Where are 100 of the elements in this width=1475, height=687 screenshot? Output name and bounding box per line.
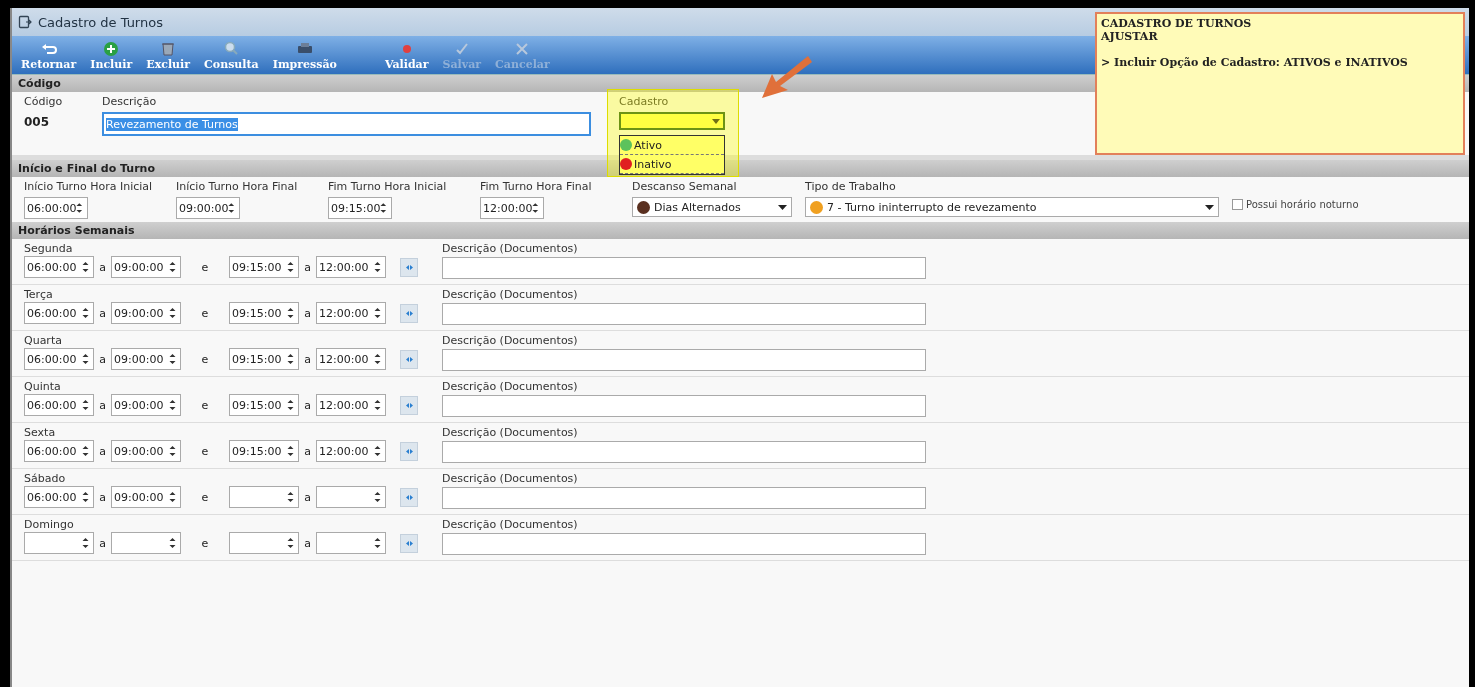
- copy-button[interactable]: [400, 441, 418, 461]
- time-spinner[interactable]: 09:00:00: [176, 197, 240, 219]
- field-label: Descrição (Documentos): [442, 334, 579, 347]
- time-spinner[interactable]: 06:00:00: [24, 348, 94, 370]
- toolbar-button[interactable]: Consulta: [197, 39, 266, 74]
- copy-button[interactable]: [400, 395, 418, 415]
- time-spinner[interactable]: 12:00:00: [316, 440, 386, 462]
- checkmark-icon: [453, 41, 470, 57]
- time-spinner[interactable]: [24, 532, 94, 554]
- time-spinner[interactable]: 09:00:00: [111, 440, 181, 462]
- copy-button[interactable]: [400, 487, 418, 507]
- spin-arrows-icon: [374, 353, 381, 365]
- day-label: Quinta: [24, 380, 62, 393]
- field-label: Cadastro: [619, 95, 670, 108]
- time-spinner[interactable]: 09:15:00: [229, 394, 299, 416]
- description-input[interactable]: [442, 303, 926, 325]
- copy-button[interactable]: [400, 533, 418, 553]
- connector-text: a: [98, 352, 107, 366]
- time-spinner[interactable]: 09:15:00: [229, 256, 299, 278]
- spin-arrows-icon: [287, 261, 294, 273]
- spin-arrows-icon: [169, 445, 176, 457]
- time-spinner[interactable]: 09:00:00: [111, 486, 181, 508]
- dropdown-option[interactable]: Inativo: [620, 155, 724, 174]
- time-spinner[interactable]: 09:00:00: [111, 302, 181, 324]
- connector-text: a: [303, 398, 312, 412]
- time-spinner[interactable]: 09:15:00: [229, 348, 299, 370]
- spin-arrows-icon: [169, 399, 176, 411]
- toolbar-button[interactable]: Validar: [377, 39, 436, 74]
- connector-text: a: [303, 306, 312, 320]
- time-spinner[interactable]: 09:00:00: [111, 348, 181, 370]
- time-spinner[interactable]: [316, 486, 386, 508]
- time-spinner[interactable]: 06:00:00: [24, 486, 94, 508]
- copy-button[interactable]: [400, 303, 418, 323]
- time-spinner[interactable]: 09:15:00: [229, 440, 299, 462]
- description-input[interactable]: [442, 487, 926, 509]
- toolbar-button[interactable]: Excluir: [139, 39, 198, 74]
- field-label: Descrição (Documentos): [442, 242, 579, 255]
- description-input[interactable]: [442, 257, 926, 279]
- cadastro-dropdown[interactable]: [619, 112, 725, 130]
- time-spinner[interactable]: 12:00:00: [316, 302, 386, 324]
- spin-arrows-icon: [374, 261, 381, 273]
- dot-icon: [402, 45, 411, 53]
- search-icon: [223, 41, 240, 57]
- window-icon: [18, 15, 32, 29]
- time-spinner[interactable]: 09:15:00: [229, 302, 299, 324]
- field-label: Código: [24, 95, 64, 108]
- spin-arrows-icon: [380, 202, 387, 214]
- time-spinner[interactable]: [229, 486, 299, 508]
- double-arrow-icon: [405, 494, 413, 500]
- time-spinner[interactable]: 09:15:00: [328, 197, 392, 219]
- copy-button[interactable]: [400, 257, 418, 277]
- spin-arrows-icon: [82, 445, 89, 457]
- time-spinner[interactable]: 06:00:00: [24, 440, 94, 462]
- description-input[interactable]: [442, 349, 926, 371]
- field-label: Descrição (Documentos): [442, 518, 579, 531]
- double-arrow-icon: [405, 448, 413, 454]
- spin-arrows-icon: [287, 353, 294, 365]
- dropdown[interactable]: Dias Alternados: [632, 197, 792, 217]
- field-label: Início Turno Hora Final: [176, 180, 299, 193]
- toolbar-button[interactable]: Retornar: [14, 39, 84, 74]
- double-arrow-icon: [405, 402, 413, 408]
- spin-arrows-icon: [82, 399, 89, 411]
- copy-button[interactable]: [400, 349, 418, 369]
- description-input[interactable]: [442, 395, 926, 417]
- time-spinner[interactable]: 09:00:00: [111, 256, 181, 278]
- dropdown-arrow-icon: [712, 118, 720, 124]
- connector-text: e: [200, 536, 210, 550]
- field-label: Descrição (Documentos): [442, 380, 579, 393]
- time-spinner[interactable]: [316, 532, 386, 554]
- spin-arrows-icon: [169, 261, 176, 273]
- time-spinner[interactable]: [229, 532, 299, 554]
- time-spinner[interactable]: 06:00:00: [24, 302, 94, 324]
- section-header: Horários Semanais: [12, 222, 1469, 239]
- connector-text: a: [303, 444, 312, 458]
- description-input[interactable]: [442, 441, 926, 463]
- spin-arrows-icon: [82, 491, 89, 503]
- spin-arrows-icon: [82, 353, 89, 365]
- dropdown[interactable]: 7 - Turno ininterrupto de revezamento: [805, 197, 1219, 217]
- time-spinner[interactable]: 12:00:00: [316, 348, 386, 370]
- connector-text: a: [98, 260, 107, 274]
- connector-text: a: [303, 352, 312, 366]
- time-spinner[interactable]: 06:00:00: [24, 197, 88, 219]
- double-arrow-icon: [405, 264, 413, 270]
- note-text: CADASTRO DE TURNOS: [1101, 17, 1253, 30]
- toolbar-button[interactable]: Impressão: [265, 39, 344, 74]
- description-input[interactable]: [442, 533, 926, 555]
- field-label: Fim Turno Hora Final: [480, 180, 593, 193]
- toolbar-button[interactable]: Incluir: [83, 39, 140, 74]
- night-shift-checkbox[interactable]: Possui horário noturno: [1232, 199, 1359, 210]
- time-spinner[interactable]: 12:00:00: [316, 256, 386, 278]
- time-spinner[interactable]: [111, 532, 181, 554]
- time-spinner[interactable]: 12:00:00: [480, 197, 544, 219]
- time-spinner[interactable]: 12:00:00: [316, 394, 386, 416]
- time-spinner[interactable]: 09:00:00: [111, 394, 181, 416]
- time-spinner[interactable]: 06:00:00: [24, 256, 94, 278]
- connector-text: a: [303, 536, 312, 550]
- spin-arrows-icon: [287, 491, 294, 503]
- double-arrow-icon: [405, 356, 413, 362]
- dropdown-option[interactable]: Ativo: [620, 136, 724, 155]
- time-spinner[interactable]: 06:00:00: [24, 394, 94, 416]
